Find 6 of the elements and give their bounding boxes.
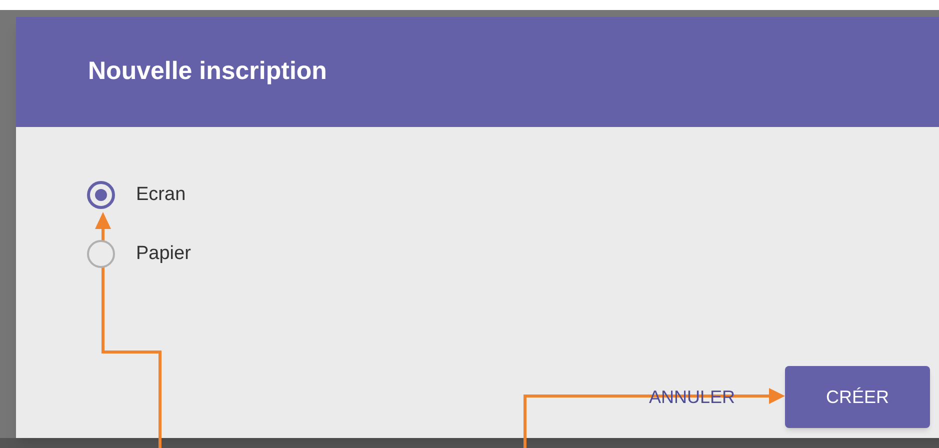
radio-button[interactable] bbox=[87, 240, 115, 268]
dialog-title: Nouvelle inscription bbox=[88, 56, 327, 88]
radio-label: Papier bbox=[136, 242, 191, 266]
create-button[interactable]: CRÉER bbox=[785, 366, 930, 428]
radio-button[interactable] bbox=[87, 181, 115, 209]
radio-label: Ecran bbox=[136, 182, 186, 207]
